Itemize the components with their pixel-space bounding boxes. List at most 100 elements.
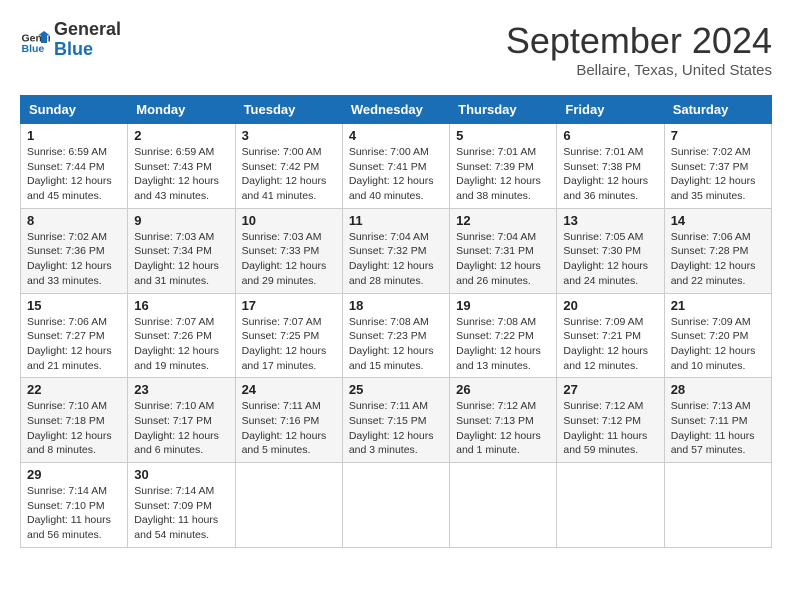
- calendar-cell: 16 Sunrise: 7:07 AM Sunset: 7:26 PM Dayl…: [128, 293, 235, 378]
- calendar-cell: 3 Sunrise: 7:00 AM Sunset: 7:42 PM Dayli…: [235, 124, 342, 209]
- column-header-monday: Monday: [128, 96, 235, 124]
- calendar-cell: 20 Sunrise: 7:09 AM Sunset: 7:21 PM Dayl…: [557, 293, 664, 378]
- calendar-cell: [450, 463, 557, 548]
- day-number: 23: [134, 382, 228, 397]
- calendar-cell: 10 Sunrise: 7:03 AM Sunset: 7:33 PM Dayl…: [235, 208, 342, 293]
- day-info: Sunrise: 7:12 AM Sunset: 7:12 PM Dayligh…: [563, 399, 657, 458]
- day-info: Sunrise: 6:59 AM Sunset: 7:44 PM Dayligh…: [27, 145, 121, 204]
- calendar-cell: 11 Sunrise: 7:04 AM Sunset: 7:32 PM Dayl…: [342, 208, 449, 293]
- day-number: 28: [671, 382, 765, 397]
- day-info: Sunrise: 6:59 AM Sunset: 7:43 PM Dayligh…: [134, 145, 228, 204]
- calendar-cell: 13 Sunrise: 7:05 AM Sunset: 7:30 PM Dayl…: [557, 208, 664, 293]
- calendar-cell: 12 Sunrise: 7:04 AM Sunset: 7:31 PM Dayl…: [450, 208, 557, 293]
- day-info: Sunrise: 7:09 AM Sunset: 7:20 PM Dayligh…: [671, 315, 765, 374]
- day-number: 24: [242, 382, 336, 397]
- calendar-cell: 17 Sunrise: 7:07 AM Sunset: 7:25 PM Dayl…: [235, 293, 342, 378]
- day-info: Sunrise: 7:04 AM Sunset: 7:32 PM Dayligh…: [349, 230, 443, 289]
- day-number: 9: [134, 213, 228, 228]
- calendar-week-row: 15 Sunrise: 7:06 AM Sunset: 7:27 PM Dayl…: [21, 293, 772, 378]
- day-info: Sunrise: 7:02 AM Sunset: 7:37 PM Dayligh…: [671, 145, 765, 204]
- day-number: 7: [671, 128, 765, 143]
- calendar-week-row: 1 Sunrise: 6:59 AM Sunset: 7:44 PM Dayli…: [21, 124, 772, 209]
- column-header-saturday: Saturday: [664, 96, 771, 124]
- column-header-wednesday: Wednesday: [342, 96, 449, 124]
- day-info: Sunrise: 7:00 AM Sunset: 7:41 PM Dayligh…: [349, 145, 443, 204]
- month-title: September 2024: [506, 20, 772, 62]
- location: Bellaire, Texas, United States: [506, 62, 772, 79]
- calendar-header-row: SundayMondayTuesdayWednesdayThursdayFrid…: [21, 96, 772, 124]
- day-info: Sunrise: 7:09 AM Sunset: 7:21 PM Dayligh…: [563, 315, 657, 374]
- day-info: Sunrise: 7:11 AM Sunset: 7:15 PM Dayligh…: [349, 399, 443, 458]
- calendar-week-row: 8 Sunrise: 7:02 AM Sunset: 7:36 PM Dayli…: [21, 208, 772, 293]
- day-info: Sunrise: 7:03 AM Sunset: 7:34 PM Dayligh…: [134, 230, 228, 289]
- day-info: Sunrise: 7:07 AM Sunset: 7:26 PM Dayligh…: [134, 315, 228, 374]
- day-number: 25: [349, 382, 443, 397]
- day-number: 21: [671, 298, 765, 313]
- column-header-friday: Friday: [557, 96, 664, 124]
- day-number: 3: [242, 128, 336, 143]
- calendar-cell: 7 Sunrise: 7:02 AM Sunset: 7:37 PM Dayli…: [664, 124, 771, 209]
- day-info: Sunrise: 7:05 AM Sunset: 7:30 PM Dayligh…: [563, 230, 657, 289]
- day-info: Sunrise: 7:08 AM Sunset: 7:22 PM Dayligh…: [456, 315, 550, 374]
- calendar-cell: 19 Sunrise: 7:08 AM Sunset: 7:22 PM Dayl…: [450, 293, 557, 378]
- svg-text:Blue: Blue: [22, 43, 45, 55]
- calendar-cell: [557, 463, 664, 548]
- day-number: 26: [456, 382, 550, 397]
- calendar-cell: 14 Sunrise: 7:06 AM Sunset: 7:28 PM Dayl…: [664, 208, 771, 293]
- calendar-cell: 27 Sunrise: 7:12 AM Sunset: 7:12 PM Dayl…: [557, 378, 664, 463]
- calendar-cell: 23 Sunrise: 7:10 AM Sunset: 7:17 PM Dayl…: [128, 378, 235, 463]
- day-number: 14: [671, 213, 765, 228]
- calendar-cell: 9 Sunrise: 7:03 AM Sunset: 7:34 PM Dayli…: [128, 208, 235, 293]
- day-info: Sunrise: 7:07 AM Sunset: 7:25 PM Dayligh…: [242, 315, 336, 374]
- calendar-table: SundayMondayTuesdayWednesdayThursdayFrid…: [20, 95, 772, 548]
- calendar-cell: 5 Sunrise: 7:01 AM Sunset: 7:39 PM Dayli…: [450, 124, 557, 209]
- day-number: 12: [456, 213, 550, 228]
- calendar-cell: [235, 463, 342, 548]
- calendar-cell: 21 Sunrise: 7:09 AM Sunset: 7:20 PM Dayl…: [664, 293, 771, 378]
- day-info: Sunrise: 7:00 AM Sunset: 7:42 PM Dayligh…: [242, 145, 336, 204]
- day-number: 5: [456, 128, 550, 143]
- page-header: General Blue General Blue September 2024…: [20, 20, 772, 79]
- calendar-cell: 18 Sunrise: 7:08 AM Sunset: 7:23 PM Dayl…: [342, 293, 449, 378]
- calendar-cell: 26 Sunrise: 7:12 AM Sunset: 7:13 PM Dayl…: [450, 378, 557, 463]
- logo-icon: General Blue: [20, 25, 50, 55]
- calendar-cell: 8 Sunrise: 7:02 AM Sunset: 7:36 PM Dayli…: [21, 208, 128, 293]
- day-number: 10: [242, 213, 336, 228]
- day-number: 19: [456, 298, 550, 313]
- logo: General Blue General Blue: [20, 20, 121, 60]
- calendar-cell: 4 Sunrise: 7:00 AM Sunset: 7:41 PM Dayli…: [342, 124, 449, 209]
- day-info: Sunrise: 7:04 AM Sunset: 7:31 PM Dayligh…: [456, 230, 550, 289]
- day-number: 11: [349, 213, 443, 228]
- calendar-cell: 15 Sunrise: 7:06 AM Sunset: 7:27 PM Dayl…: [21, 293, 128, 378]
- day-info: Sunrise: 7:13 AM Sunset: 7:11 PM Dayligh…: [671, 399, 765, 458]
- day-info: Sunrise: 7:06 AM Sunset: 7:27 PM Dayligh…: [27, 315, 121, 374]
- day-number: 16: [134, 298, 228, 313]
- day-info: Sunrise: 7:14 AM Sunset: 7:09 PM Dayligh…: [134, 484, 228, 543]
- day-info: Sunrise: 7:01 AM Sunset: 7:38 PM Dayligh…: [563, 145, 657, 204]
- calendar-cell: 25 Sunrise: 7:11 AM Sunset: 7:15 PM Dayl…: [342, 378, 449, 463]
- column-header-sunday: Sunday: [21, 96, 128, 124]
- day-number: 27: [563, 382, 657, 397]
- day-number: 17: [242, 298, 336, 313]
- day-info: Sunrise: 7:12 AM Sunset: 7:13 PM Dayligh…: [456, 399, 550, 458]
- day-info: Sunrise: 7:11 AM Sunset: 7:16 PM Dayligh…: [242, 399, 336, 458]
- logo-text: General Blue: [54, 20, 121, 60]
- column-header-thursday: Thursday: [450, 96, 557, 124]
- calendar-cell: 30 Sunrise: 7:14 AM Sunset: 7:09 PM Dayl…: [128, 463, 235, 548]
- calendar-cell: 2 Sunrise: 6:59 AM Sunset: 7:43 PM Dayli…: [128, 124, 235, 209]
- calendar-cell: 24 Sunrise: 7:11 AM Sunset: 7:16 PM Dayl…: [235, 378, 342, 463]
- day-number: 22: [27, 382, 121, 397]
- day-info: Sunrise: 7:08 AM Sunset: 7:23 PM Dayligh…: [349, 315, 443, 374]
- day-info: Sunrise: 7:10 AM Sunset: 7:18 PM Dayligh…: [27, 399, 121, 458]
- day-number: 8: [27, 213, 121, 228]
- day-info: Sunrise: 7:10 AM Sunset: 7:17 PM Dayligh…: [134, 399, 228, 458]
- day-number: 2: [134, 128, 228, 143]
- day-number: 15: [27, 298, 121, 313]
- day-info: Sunrise: 7:03 AM Sunset: 7:33 PM Dayligh…: [242, 230, 336, 289]
- day-info: Sunrise: 7:02 AM Sunset: 7:36 PM Dayligh…: [27, 230, 121, 289]
- day-number: 30: [134, 467, 228, 482]
- calendar-cell: 28 Sunrise: 7:13 AM Sunset: 7:11 PM Dayl…: [664, 378, 771, 463]
- calendar-cell: 1 Sunrise: 6:59 AM Sunset: 7:44 PM Dayli…: [21, 124, 128, 209]
- calendar-week-row: 29 Sunrise: 7:14 AM Sunset: 7:10 PM Dayl…: [21, 463, 772, 548]
- day-number: 20: [563, 298, 657, 313]
